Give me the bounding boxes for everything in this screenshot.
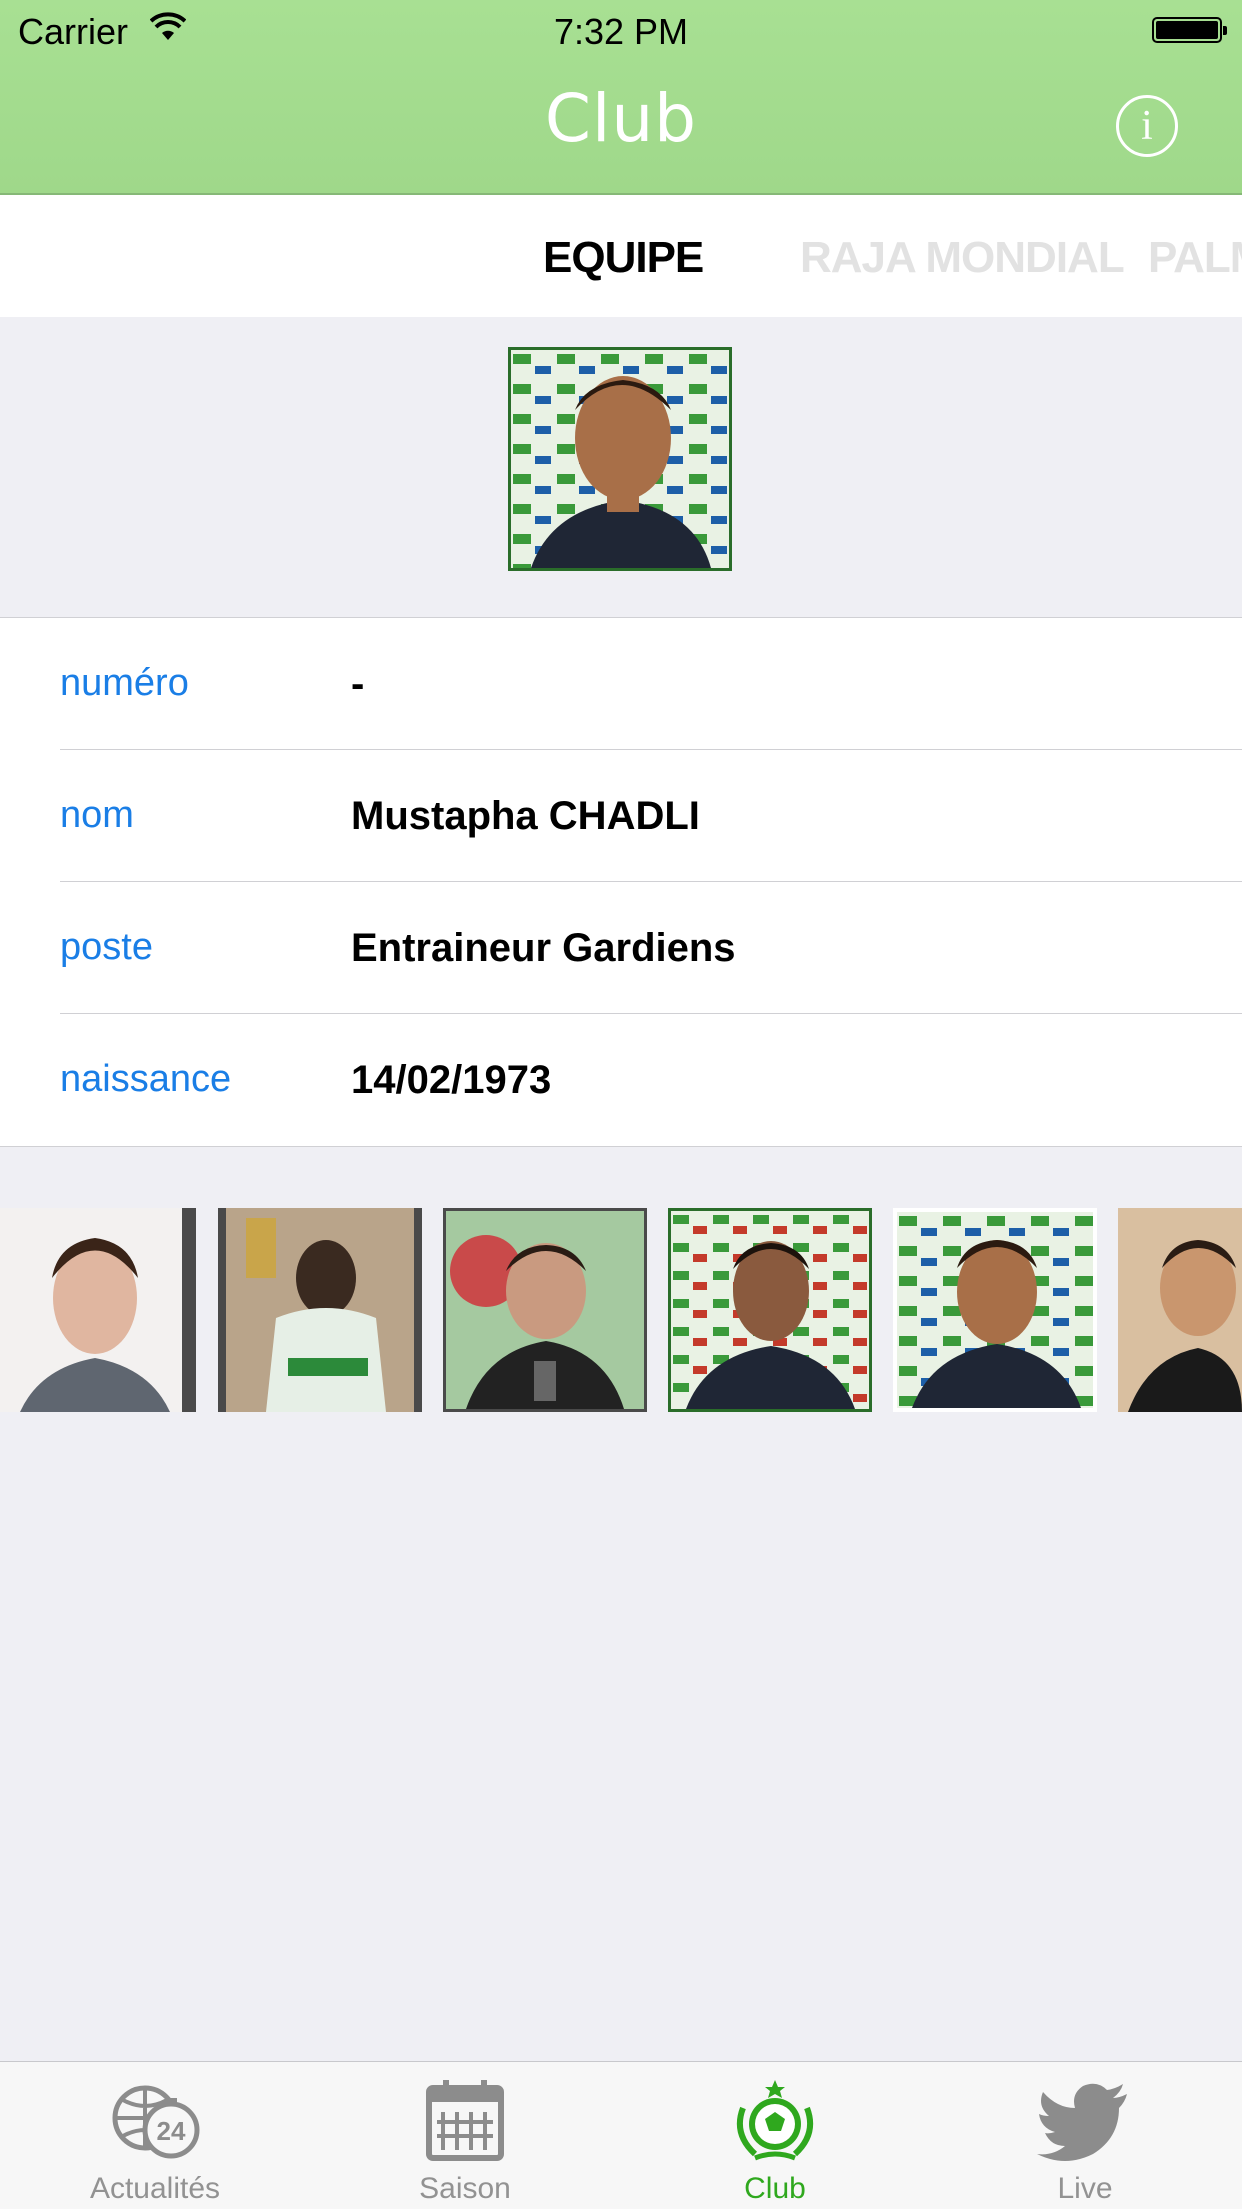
row-nom: nom Mustapha CHADLI [0,750,1242,882]
tab-raja-mondial[interactable]: RAJA MONDIAL [800,233,1125,283]
field-label: numéro [60,662,189,704]
battery-icon [1152,17,1227,43]
player-thumbnail-selected[interactable] [668,1208,872,1412]
tab-label: Saison [419,2172,511,2205]
field-value: Entraineur Gardiens [351,926,736,970]
globe-24-icon: 24 [112,2085,200,2159]
player-thumbnail[interactable] [1118,1208,1242,1412]
tab-club[interactable]: Club [620,2062,930,2209]
status-bar: Carrier 7:32 PM [0,0,1242,60]
tab-equipe[interactable]: EQUIPE [543,233,704,283]
field-label: nom [60,794,134,836]
tab-label: Actualités [89,2172,221,2205]
tab-actualites[interactable]: 24 Actualités [0,2062,310,2209]
tab-palmares[interactable]: PALM [1148,233,1242,283]
player-thumbnail[interactable] [0,1208,196,1412]
info-icon[interactable]: i [1116,95,1178,157]
tab-saison[interactable]: Saison [310,2062,620,2209]
player-photo [508,347,732,571]
clock: 7:32 PM [553,11,689,52]
player-thumbnail[interactable] [218,1208,422,1412]
row-naissance: naissance 14/02/1973 [0,1014,1242,1146]
row-poste: poste Entraineur Gardiens [0,882,1242,1014]
navigation-bar: Carrier 7:32 PM Club i [0,0,1242,195]
twitter-bird-icon [1037,2083,1127,2161]
player-photo-area [0,317,1242,618]
field-label: poste [60,926,153,968]
tab-label: Club [744,2172,806,2205]
page-title: Club [544,80,698,157]
tab-bar: 24 Actualités Saison Club Live [0,2061,1242,2209]
player-thumbnail-strip[interactable] [0,1208,1242,1412]
field-value: Mustapha CHADLI [351,794,700,838]
player-thumbnail[interactable] [443,1208,647,1412]
field-value: 14/02/1973 [351,1058,552,1102]
category-tabs: EQUIPE RAJA MONDIAL PALM [0,195,1242,317]
row-numero: numéro - [0,618,1242,750]
tab-live[interactable]: Live [930,2062,1240,2209]
player-thumbnail[interactable] [893,1208,1097,1412]
field-value: - [351,662,365,706]
calendar-icon [426,2080,504,2161]
tab-label: Live [1057,2172,1113,2205]
field-label: naissance [60,1058,232,1100]
svg-text:24: 24 [157,2116,186,2146]
club-crest-icon [737,2080,813,2161]
player-info-table: numéro - nom Mustapha CHADLI poste Entra… [0,618,1242,1147]
